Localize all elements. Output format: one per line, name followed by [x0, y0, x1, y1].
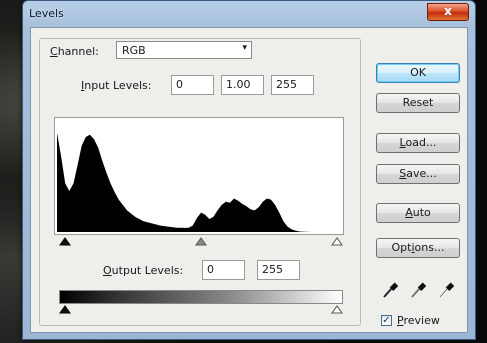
- chevron-down-icon: ▾: [242, 43, 247, 53]
- ok-button[interactable]: OK: [376, 63, 460, 83]
- checkbox-check-icon[interactable]: ✓: [381, 315, 392, 326]
- preview-label: Preview: [397, 314, 440, 327]
- input-black-slider[interactable]: [59, 237, 71, 246]
- histogram-graph: [57, 132, 341, 232]
- output-levels-label: Output Levels:: [103, 264, 184, 277]
- eyedropper-black-icon[interactable]: [381, 280, 399, 300]
- load-button[interactable]: Load...: [376, 133, 460, 153]
- auto-button[interactable]: Auto: [376, 203, 460, 223]
- output-slider-track[interactable]: [59, 302, 343, 314]
- title-bar[interactable]: Levels x: [23, 1, 475, 25]
- reset-button[interactable]: Reset: [376, 93, 460, 113]
- window-title: Levels: [29, 7, 64, 20]
- close-button[interactable]: x: [427, 3, 469, 21]
- histogram-fill: [57, 132, 341, 232]
- input-white-field[interactable]: 255: [271, 75, 314, 95]
- input-levels-label: Input Levels:: [81, 79, 152, 92]
- output-black-slider[interactable]: [59, 305, 71, 314]
- channel-select[interactable]: RGB ▾: [116, 41, 252, 59]
- channel-value: RGB: [122, 44, 146, 57]
- input-black-field[interactable]: 0: [171, 75, 214, 95]
- close-icon: x: [444, 4, 452, 18]
- input-gamma-slider[interactable]: [195, 237, 207, 246]
- eyedropper-white-icon[interactable]: [437, 280, 455, 300]
- output-white-field[interactable]: 255: [257, 260, 300, 280]
- output-black-field[interactable]: 0: [202, 260, 245, 280]
- save-button[interactable]: Save...: [376, 164, 460, 184]
- channel-label: Channel:: [50, 45, 99, 58]
- input-slider-track[interactable]: [59, 233, 343, 247]
- options-button[interactable]: Options...: [376, 238, 460, 258]
- input-white-slider[interactable]: [331, 237, 343, 246]
- eyedropper-gray-icon[interactable]: [409, 280, 427, 300]
- output-white-slider[interactable]: [331, 305, 343, 314]
- input-gamma-field[interactable]: 1.00: [221, 75, 264, 95]
- histogram: [54, 117, 344, 235]
- levels-dialog: Levels x Channel: RGB ▾ Input Levels: 0 …: [22, 0, 476, 340]
- dialog-body: Channel: RGB ▾ Input Levels: 0 1.00 255 …: [30, 27, 468, 333]
